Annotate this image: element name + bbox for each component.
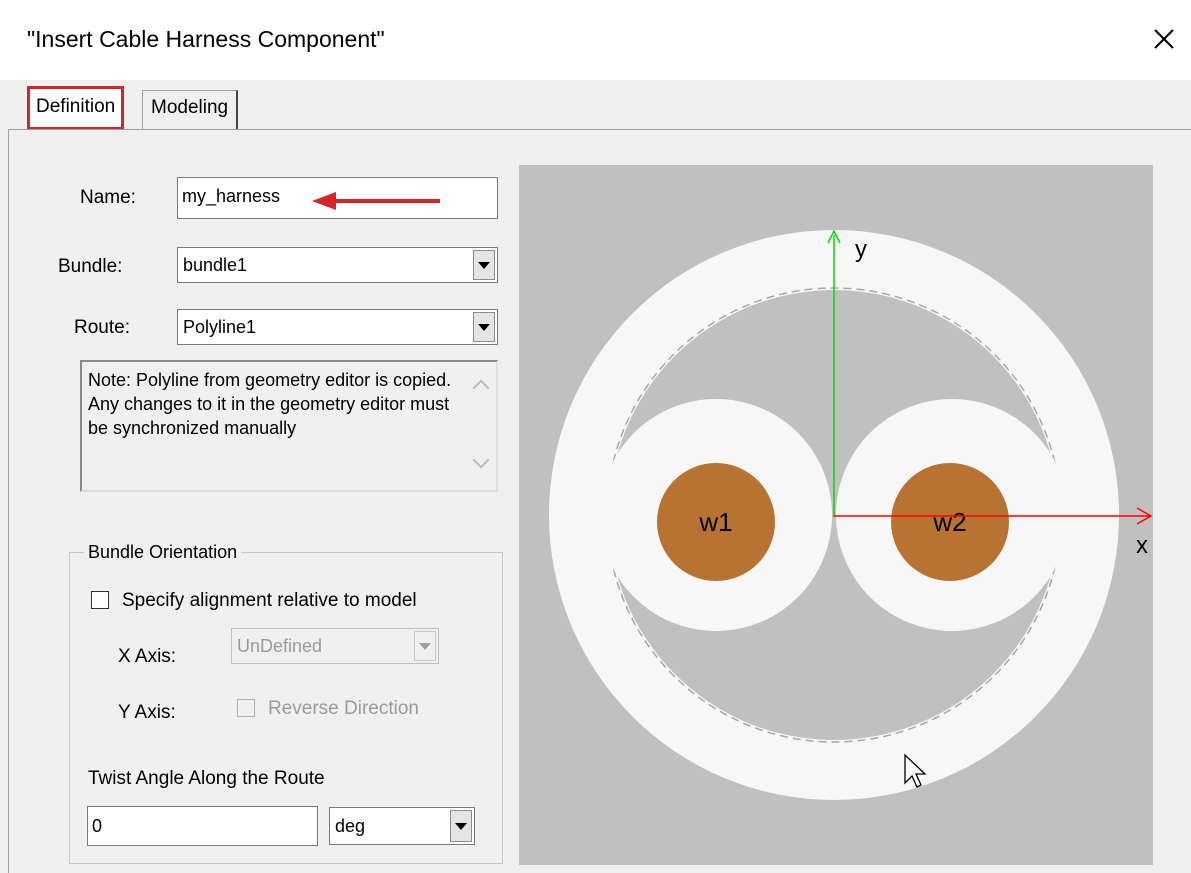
twist-angle-label: Twist Angle Along the Route bbox=[88, 768, 325, 789]
annotation-arrow-icon bbox=[312, 192, 440, 210]
title-bar: "Insert Cable Harness Component" bbox=[0, 0, 1191, 80]
name-label: Name: bbox=[80, 187, 136, 208]
twist-unit-value: deg bbox=[335, 816, 366, 836]
note-textarea[interactable]: Note: Polyline from geometry editor is c… bbox=[80, 360, 498, 492]
bundle-label: Bundle: bbox=[58, 256, 123, 277]
y-axis-label: Y Axis: bbox=[118, 702, 176, 723]
chevron-down-icon[interactable] bbox=[473, 312, 495, 342]
twist-angle-input[interactable]: 0 bbox=[87, 806, 318, 846]
reverse-direction-checkbox[interactable] bbox=[237, 699, 255, 717]
bundle-orientation-title: Bundle Orientation bbox=[84, 542, 242, 563]
wire2-label: w2 bbox=[932, 507, 966, 537]
bundle-value: bundle1 bbox=[183, 255, 248, 275]
close-icon[interactable] bbox=[1147, 22, 1181, 56]
chevron-down-icon[interactable] bbox=[414, 631, 436, 661]
x-axis-label: X Axis: bbox=[118, 646, 177, 667]
tab-definition[interactable]: Definition bbox=[27, 86, 125, 130]
chevron-down-icon[interactable] bbox=[450, 810, 472, 842]
scroll-up-icon[interactable] bbox=[472, 379, 490, 397]
tab-modeling[interactable]: Modeling bbox=[142, 90, 239, 130]
tab-pane-border bbox=[8, 129, 1191, 130]
twist-unit-select[interactable]: deg bbox=[329, 807, 475, 845]
wire1-label: w1 bbox=[698, 507, 732, 537]
reverse-direction-label: Reverse Direction bbox=[268, 698, 419, 719]
x-axis-label: x bbox=[1136, 532, 1148, 559]
route-select[interactable]: Polyline1 bbox=[177, 309, 498, 345]
specify-alignment-label: Specify alignment relative to model bbox=[122, 590, 417, 611]
specify-alignment-checkbox[interactable] bbox=[91, 591, 109, 609]
scroll-down-icon[interactable] bbox=[472, 451, 490, 469]
x-axis-select[interactable]: UnDefined bbox=[231, 628, 439, 664]
note-text: Note: Polyline from geometry editor is c… bbox=[88, 370, 452, 438]
bundle-select[interactable]: bundle1 bbox=[177, 247, 498, 283]
chevron-down-icon[interactable] bbox=[473, 250, 495, 280]
route-value: Polyline1 bbox=[183, 317, 257, 337]
cable-preview-canvas[interactable]: w1 w2 y x bbox=[519, 165, 1153, 865]
x-axis-value: UnDefined bbox=[237, 636, 323, 656]
tab-pane-border-left bbox=[8, 129, 9, 873]
dialog-title: "Insert Cable Harness Component" bbox=[27, 26, 385, 52]
route-label: Route: bbox=[74, 317, 130, 338]
tab-strip: Definition Modeling bbox=[0, 80, 1191, 130]
y-axis-label: y bbox=[855, 236, 867, 263]
note-scrollbar[interactable] bbox=[466, 366, 494, 486]
